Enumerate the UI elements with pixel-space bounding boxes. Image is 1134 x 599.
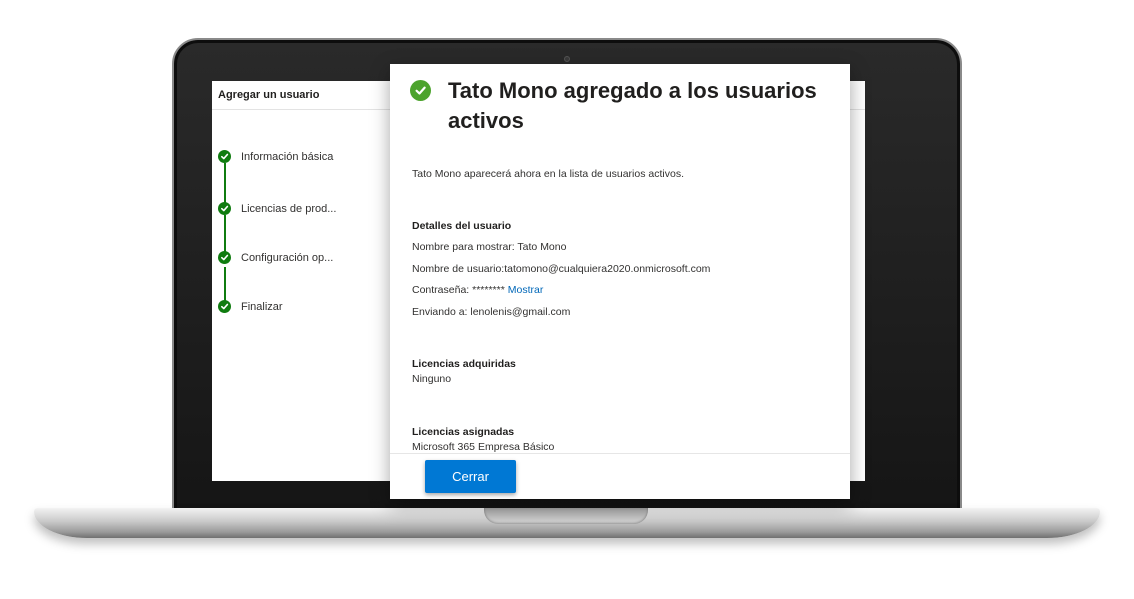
step-connector	[224, 215, 226, 255]
laptop-notch	[484, 508, 648, 524]
username-text: Nombre de usuario:tatomono@cualquiera202…	[412, 263, 711, 275]
assigned-licenses-value: Microsoft 365 Empresa Básico	[412, 441, 555, 453]
step-label: Configuración op...	[241, 251, 334, 264]
dialog-title: Tato Mono agregado a los usuarios activo…	[448, 78, 817, 133]
close-button[interactable]: Cerrar	[425, 460, 516, 493]
wizard-step-optional-settings[interactable]: Configuración op...	[218, 251, 388, 264]
step-label: Información básica	[241, 150, 334, 163]
dialog-description: Tato Mono aparecerá ahora en la lista de…	[412, 168, 684, 180]
step-label: Finalizar	[241, 300, 283, 313]
password-text: Contraseña: ********	[412, 284, 505, 296]
step-connector	[224, 163, 226, 203]
wizard-title: Agregar un usuario	[218, 89, 320, 101]
check-circle-icon	[218, 202, 231, 215]
wizard-step-product-licenses[interactable]: Licencias de prod...	[218, 202, 388, 215]
dialog-footer: Cerrar	[390, 453, 850, 499]
acquired-licenses-heading: Licencias adquiridas	[412, 358, 516, 370]
wizard-step-finish[interactable]: Finalizar	[218, 300, 388, 313]
step-label: Licencias de prod...	[241, 202, 337, 215]
success-dialog: Tato Mono agregado a los usuarios activo…	[390, 64, 850, 499]
user-details-heading: Detalles del usuario	[412, 220, 512, 232]
assigned-licenses-heading: Licencias asignadas	[412, 426, 515, 438]
password-row: Contraseña: ******** Mostrar	[412, 284, 543, 296]
check-circle-icon	[218, 300, 231, 313]
check-circle-icon	[218, 150, 231, 163]
wizard-step-basic-info[interactable]: Información básica	[218, 150, 388, 163]
webcam	[564, 56, 570, 62]
check-circle-icon	[410, 80, 431, 101]
acquired-licenses-value: Ninguno	[412, 373, 452, 385]
display-name-text: Nombre para mostrar: Tato Mono	[412, 241, 567, 253]
sending-to-text: Enviando a: lenolenis@gmail.com	[412, 306, 571, 318]
show-password-link[interactable]: Mostrar	[508, 284, 544, 296]
check-circle-icon	[218, 251, 231, 264]
